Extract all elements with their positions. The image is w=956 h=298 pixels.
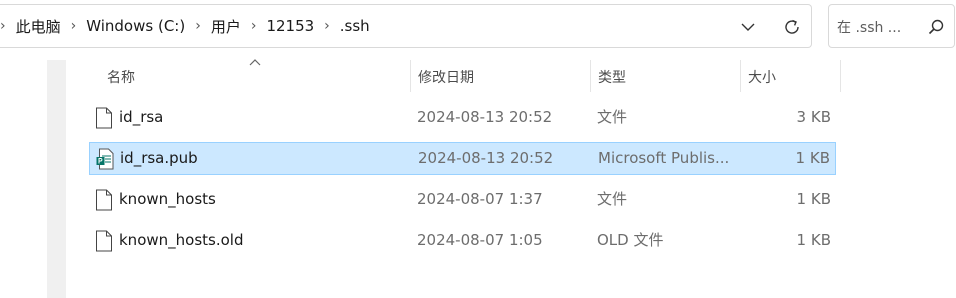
- file-type: 文件: [597, 108, 628, 126]
- file-size: 3 KB: [796, 108, 831, 126]
- column-divider[interactable]: [590, 60, 591, 92]
- history-dropdown-button[interactable]: [734, 13, 762, 41]
- file-name: id_rsa: [119, 108, 164, 126]
- breadcrumb-drive-c[interactable]: Windows (C:): [86, 17, 185, 35]
- file-name: known_hosts.old: [119, 231, 244, 249]
- navigation-pane-edge: [47, 60, 66, 298]
- chevron-right-icon[interactable]: ›: [195, 18, 201, 34]
- chevron-right-icon[interactable]: ›: [71, 18, 77, 34]
- file-date-modified: 2024-08-07 1:37: [417, 190, 543, 208]
- file-size: 1 KB: [795, 149, 830, 167]
- column-header-date-modified[interactable]: 修改日期: [418, 62, 474, 92]
- file-date-modified: 2024-08-07 1:05: [417, 231, 543, 249]
- file-row-selected[interactable]: id_rsa.pub 2024-08-13 20:52 Microsoft Pu…: [89, 142, 836, 175]
- file-row[interactable]: id_rsa 2024-08-13 20:52 文件 3 KB: [89, 102, 836, 135]
- file-date-modified: 2024-08-13 20:52: [418, 149, 554, 167]
- refresh-button[interactable]: [778, 13, 806, 41]
- file-icon: [96, 107, 112, 129]
- refresh-icon: [785, 19, 799, 34]
- file-name: known_hosts: [119, 190, 216, 208]
- chevron-right-icon[interactable]: ›: [251, 18, 257, 34]
- sort-ascending-icon: [249, 59, 261, 66]
- file-type: OLD 文件: [597, 231, 664, 249]
- file-row[interactable]: known_hosts 2024-08-07 1:37 文件 1 KB: [89, 184, 836, 217]
- file-date-modified: 2024-08-13 20:52: [417, 108, 553, 126]
- chevron-right-icon: ›: [0, 18, 6, 34]
- column-header-name[interactable]: 名称: [107, 62, 135, 92]
- file-name: id_rsa.pub: [120, 149, 198, 167]
- search-icon[interactable]: [926, 17, 946, 37]
- column-header-size[interactable]: 大小: [748, 62, 776, 92]
- breadcrumb-ssh[interactable]: .ssh: [340, 17, 370, 35]
- file-icon: [96, 230, 112, 252]
- file-icon: [96, 189, 112, 211]
- column-divider[interactable]: [740, 60, 741, 92]
- breadcrumb-user-folder[interactable]: 12153: [266, 17, 314, 35]
- file-type: Microsoft Publis...: [598, 149, 730, 167]
- column-divider[interactable]: [410, 60, 411, 92]
- file-type: 文件: [597, 190, 628, 208]
- file-size: 1 KB: [796, 231, 831, 249]
- file-row[interactable]: known_hosts.old 2024-08-07 1:05 OLD 文件 1…: [89, 225, 836, 258]
- column-header-type[interactable]: 类型: [598, 62, 626, 92]
- chevron-right-icon[interactable]: ›: [324, 18, 330, 34]
- search-input[interactable]: 在 .ssh ...: [828, 4, 955, 48]
- breadcrumb-users[interactable]: 用户: [211, 16, 241, 37]
- address-bar[interactable]: › 此电脑 › Windows (C:) › 用户 › 12153 › .ssh: [0, 4, 812, 48]
- search-placeholder: 在 .ssh ...: [837, 20, 902, 36]
- breadcrumb-this-pc[interactable]: 此电脑: [16, 16, 61, 37]
- file-size: 1 KB: [796, 190, 831, 208]
- column-divider[interactable]: [840, 60, 841, 92]
- publisher-file-icon: [96, 148, 114, 170]
- chevron-down-icon: [741, 23, 755, 31]
- breadcrumb: › 此电脑 › Windows (C:) › 用户 › 12153 › .ssh: [0, 5, 370, 47]
